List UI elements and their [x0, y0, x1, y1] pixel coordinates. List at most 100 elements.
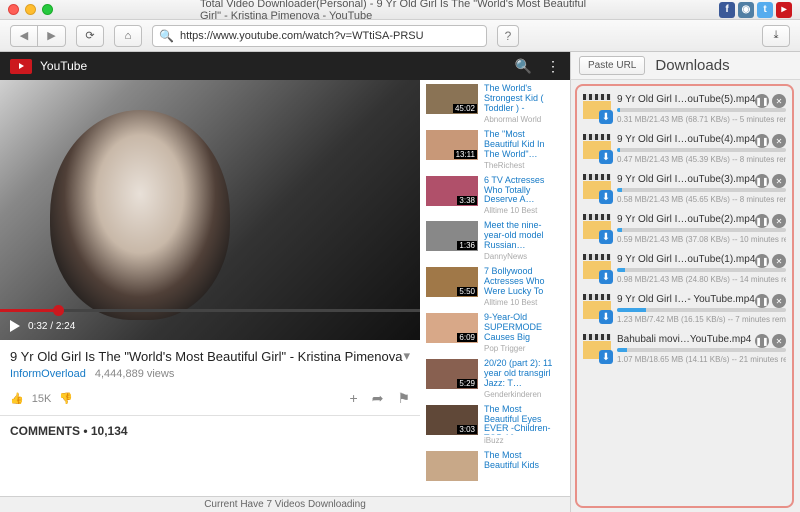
suggested-title: 6 TV Actresses Who Totally Deserve A… [484, 176, 554, 206]
like-icon[interactable]: 👍 [10, 392, 24, 405]
downloads-panel: Paste URL Downloads ⬇9 Yr Old Girl I…ouT… [570, 52, 800, 512]
download-status: 1.23 MB/7.42 MB (16.15 KB/s) -- 7 minute… [617, 315, 786, 324]
suggested-item[interactable]: The Most Beautiful Kids [426, 451, 554, 481]
comments-header: COMMENTS • 10,134 [0, 416, 420, 446]
thumb-icon: 5:29 [426, 359, 478, 389]
cancel-download-button[interactable]: ✕ [772, 334, 786, 348]
cancel-download-button[interactable]: ✕ [772, 254, 786, 268]
like-count: 15K [32, 393, 52, 405]
url-input[interactable] [180, 30, 480, 42]
cancel-download-button[interactable]: ✕ [772, 294, 786, 308]
file-video-icon: ⬇ [583, 174, 611, 202]
download-status: 0.47 MB/21.43 MB (45.39 KB/s) -- 8 minut… [617, 155, 786, 164]
thumb-icon: 3:38 [426, 176, 478, 206]
paste-url-button[interactable]: Paste URL [579, 56, 645, 75]
file-video-icon: ⬇ [583, 334, 611, 362]
pause-download-button[interactable]: ❚❚ [755, 94, 769, 108]
reload-button[interactable]: ⟳ [76, 25, 104, 47]
expand-description-icon[interactable]: ▾ [403, 348, 410, 364]
pause-download-button[interactable]: ❚❚ [755, 134, 769, 148]
download-status: 1.07 MB/18.65 MB (14.11 KB/s) -- 21 minu… [617, 355, 786, 364]
zoom-window[interactable] [42, 4, 53, 15]
cancel-download-button[interactable]: ✕ [772, 214, 786, 228]
share-icon[interactable]: ➦ [372, 390, 384, 407]
pause-download-button[interactable]: ❚❚ [755, 294, 769, 308]
file-video-icon: ⬇ [583, 254, 611, 282]
suggested-title: Meet the nine-year-old model Russian… [484, 221, 554, 251]
back-button[interactable]: ◀ [10, 25, 38, 47]
suggested-channel: Alltime 10 Best [484, 206, 554, 215]
thumb-icon: 5:50 [426, 267, 478, 297]
downloads-list: ⬇9 Yr Old Girl I…ouTube(5).mp40.31 MB/21… [575, 84, 794, 508]
channel-name[interactable]: InformOverload [10, 368, 86, 380]
suggested-title: The Most Beautiful Kids [484, 451, 554, 471]
suggested-item[interactable]: 1:36Meet the nine-year-old model Russian… [426, 221, 554, 261]
instagram-icon[interactable]: ◉ [738, 2, 754, 18]
download-item: ⬇9 Yr Old Girl I…ouTube(2).mp40.59 MB/21… [579, 210, 790, 250]
suggested-item[interactable]: 6:099-Year-Old SUPERMODE Causes Big Cont… [426, 313, 554, 353]
youtube-brand[interactable]: YouTube [40, 59, 87, 73]
suggested-item[interactable]: 13:11The "Most Beautiful Kid In The Worl… [426, 130, 554, 170]
url-bar[interactable]: 🔍 [152, 25, 487, 47]
thumb-icon: 13:11 [426, 130, 478, 160]
youtube-search-icon[interactable]: 🔍 [515, 58, 532, 75]
suggested-channel: Genderkinderen [484, 390, 554, 399]
video-title: 9 Yr Old Girl Is The "World's Most Beaut… [10, 349, 402, 364]
twitter-icon[interactable]: t [757, 2, 773, 18]
download-item: ⬇9 Yr Old Girl I…ouTube(1).mp40.98 MB/21… [579, 250, 790, 290]
download-item: ⬇Bahubali movi…YouTube.mp41.07 MB/18.65 … [579, 330, 790, 370]
pause-download-button[interactable]: ❚❚ [755, 174, 769, 188]
forward-button[interactable]: ▶ [38, 25, 66, 47]
thumb-icon [426, 451, 478, 481]
suggested-channel: DannyNews [484, 252, 554, 261]
cancel-download-button[interactable]: ✕ [772, 134, 786, 148]
youtube-header: YouTube 🔍 ⋮ [0, 52, 570, 80]
suggested-item[interactable]: 5:507 Bollywood Actresses Who Were Lucky… [426, 267, 554, 307]
suggested-channel: Abnormal World [484, 115, 554, 124]
suggested-item[interactable]: 3:03The Most Beautiful Eyes EVER -Childr… [426, 405, 554, 445]
progress-bar [617, 148, 786, 152]
progress-bar [617, 268, 786, 272]
download-status: 0.58 MB/21.43 MB (45.65 KB/s) -- 8 minut… [617, 195, 786, 204]
file-video-icon: ⬇ [583, 134, 611, 162]
pause-download-button[interactable]: ❚❚ [755, 254, 769, 268]
suggested-title: 20/20 (part 2): 11 year old transgirl Ja… [484, 359, 554, 389]
suggested-item[interactable]: 45:02The World's Strongest Kid ( Toddler… [426, 84, 554, 124]
close-window[interactable] [8, 4, 19, 15]
add-to-icon[interactable]: + [350, 390, 358, 407]
minimize-window[interactable] [25, 4, 36, 15]
cancel-download-button[interactable]: ✕ [772, 174, 786, 188]
home-button[interactable]: ⌂ [114, 25, 142, 47]
progress-bar [617, 108, 786, 112]
youtube-logo-icon[interactable] [10, 59, 32, 74]
window-controls [8, 4, 53, 15]
pause-download-button[interactable]: ❚❚ [755, 334, 769, 348]
social-links: f ◉ t ▸ [719, 2, 792, 18]
suggested-channel: Alltime 10 Best [484, 298, 554, 307]
download-item: ⬇9 Yr Old Girl I…ouTube(3).mp40.58 MB/21… [579, 170, 790, 210]
suggested-item[interactable]: 3:386 TV Actresses Who Totally Deserve A… [426, 176, 554, 216]
help-button[interactable]: ? [497, 25, 519, 47]
download-item: ⬇9 Yr Old Girl I…ouTube(4).mp40.47 MB/21… [579, 130, 790, 170]
youtube-icon[interactable]: ▸ [776, 2, 792, 18]
flag-icon[interactable]: ⚑ [397, 390, 410, 407]
download-tray-button[interactable]: ⤓ [762, 25, 790, 47]
video-player[interactable]: 0:32 / 2:24 [0, 80, 420, 340]
window-title: Total Video Downloader(Personal) - 9 Yr … [200, 0, 600, 22]
pause-download-button[interactable]: ❚❚ [755, 214, 769, 228]
suggested-title: 9-Year-Old SUPERMODE Causes Big Controve… [484, 313, 554, 343]
progress-bar [617, 228, 786, 232]
play-button[interactable] [10, 320, 20, 332]
facebook-icon[interactable]: f [719, 2, 735, 18]
downloads-title: Downloads [655, 57, 729, 74]
suggested-item[interactable]: 5:2920/20 (part 2): 11 year old transgir… [426, 359, 554, 399]
thumb-icon: 6:09 [426, 313, 478, 343]
suggested-videos: 45:02The World's Strongest Kid ( Toddler… [420, 80, 560, 491]
progress-bar [617, 308, 786, 312]
view-count: 4,444,889 views [95, 368, 175, 380]
file-video-icon: ⬇ [583, 94, 611, 122]
cancel-download-button[interactable]: ✕ [772, 94, 786, 108]
dislike-icon[interactable]: 👎 [59, 392, 73, 405]
youtube-menu-icon[interactable]: ⋮ [546, 58, 560, 75]
file-video-icon: ⬇ [583, 294, 611, 322]
